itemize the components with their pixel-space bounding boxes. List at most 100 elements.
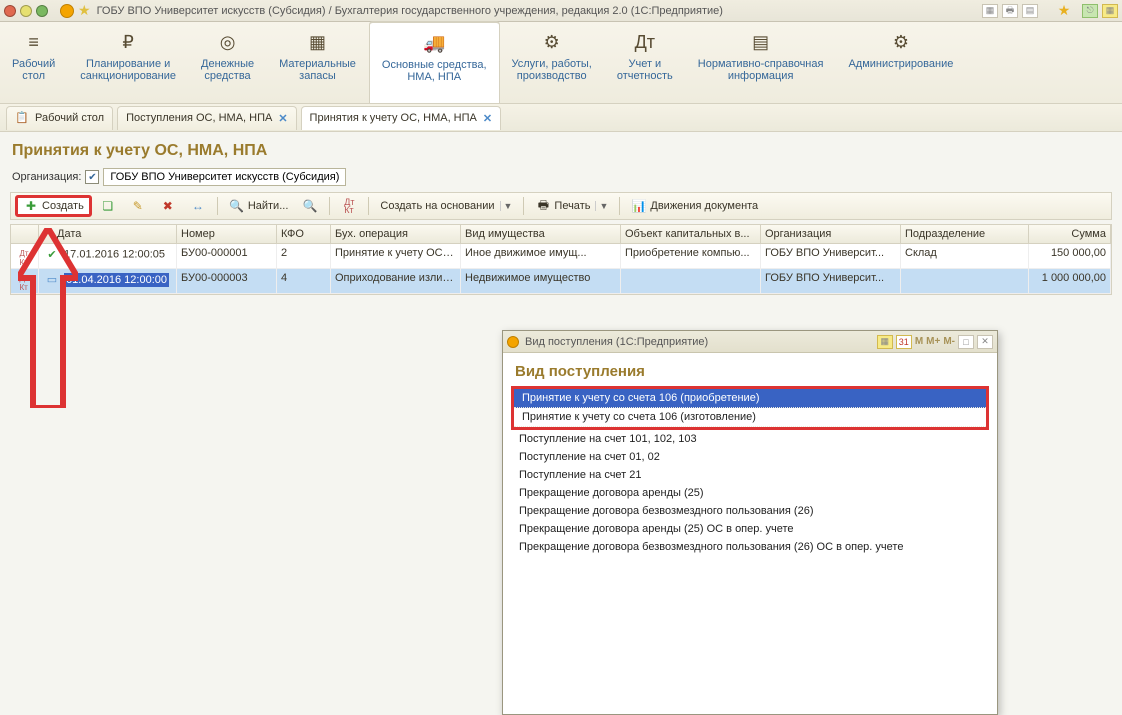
delete-button[interactable]: ✖ xyxy=(154,195,182,217)
cell-org: ГОБУ ВПО Университ... xyxy=(761,269,901,293)
gear-icon: ⚙ xyxy=(848,30,953,54)
main-tab-8[interactable]: ⚙Администрирование xyxy=(836,22,966,103)
receipt-option[interactable]: Поступление на счет 21 xyxy=(511,466,989,484)
organization-field[interactable]: ГОБУ ВПО Университет искусств (Субсидия) xyxy=(103,168,346,186)
dialog-calc-icon[interactable]: ▦ xyxy=(877,335,893,349)
titlebar-icon-1[interactable]: ▦ xyxy=(982,4,998,18)
main-tab-7[interactable]: ▤ Нормативно-справочнаяинформация xyxy=(686,22,837,103)
sliders-icon: ⚙ xyxy=(512,30,592,54)
col-dept[interactable]: Подразделение xyxy=(901,225,1029,243)
col-asset-kind[interactable]: Вид имущества xyxy=(461,225,621,243)
col-cap-obj[interactable]: Объект капитальных в... xyxy=(621,225,761,243)
col-operation[interactable]: Бух. операция xyxy=(331,225,461,243)
menu-icon: ≡ xyxy=(12,30,55,54)
main-tab-6[interactable]: ДтУчет иотчетность xyxy=(605,22,686,103)
dialog-heading: Вид поступления xyxy=(503,353,997,386)
dropdown-icon: ▼ xyxy=(500,201,513,211)
create-button[interactable]: ✚ Создать xyxy=(15,195,92,217)
dialog-maximize-button[interactable]: □ xyxy=(958,335,974,349)
window-maximize-button[interactable] xyxy=(36,5,48,17)
main-tab-label: Рабочийстол xyxy=(12,58,55,82)
receipt-type-dialog: Вид поступления (1С:Предприятие) ▦ 31 M … xyxy=(502,330,998,715)
titlebar-star-icon[interactable]: ★ xyxy=(1056,4,1072,18)
doc-tab-2[interactable]: Принятия к учету ОС, НМА, НПА✕ xyxy=(301,106,502,130)
doc-tab-label: Поступления ОС, НМА, НПА xyxy=(126,112,272,124)
dialog-close-button[interactable]: ✕ xyxy=(977,335,993,349)
window-minimize-button[interactable] xyxy=(20,5,32,17)
mem-mminus[interactable]: M- xyxy=(943,336,955,347)
close-tab-icon[interactable]: ✕ xyxy=(278,112,287,125)
favorite-star-icon[interactable]: ★ xyxy=(78,2,91,19)
main-tab-5[interactable]: ⚙Услуги, работы,производство xyxy=(500,22,605,103)
dtkt-button[interactable]: ДтКт xyxy=(335,195,363,217)
copy-button[interactable]: ❏ xyxy=(94,195,122,217)
row-status-icon: ДтКт xyxy=(11,244,39,268)
cell-sum: 1 000 000,00 xyxy=(1029,269,1111,293)
filter-checkbox[interactable]: ✔ xyxy=(85,170,99,184)
filter-row: Организация: ✔ ГОБУ ВПО Университет иску… xyxy=(0,166,1122,192)
cell-date: ▭ 01.04.2016 12:00:00 xyxy=(39,269,177,293)
receipt-option[interactable]: Прекращение договора аренды (25) xyxy=(511,484,989,502)
doc-tab-0[interactable]: 📋 Рабочий стол xyxy=(6,106,113,130)
table-row[interactable]: ДтКт▭ 01.04.2016 12:00:00БУ00-0000034Опр… xyxy=(11,269,1111,294)
doc-tab-1[interactable]: Поступления ОС, НМА, НПА ✕ xyxy=(117,106,296,130)
dtkt-icon: ДтКт xyxy=(341,198,357,214)
receipt-option[interactable]: Прекращение договора аренды (25) ОС в оп… xyxy=(511,520,989,538)
doc-icon: ▤ xyxy=(698,30,824,54)
titlebar-icon-links[interactable]: ⎋ xyxy=(1082,4,1098,18)
mem-m[interactable]: M xyxy=(915,336,923,347)
mem-mplus[interactable]: M+ xyxy=(926,336,940,347)
main-tab-1[interactable]: ₽Планирование исанкционирование xyxy=(68,22,189,103)
window-close-button[interactable] xyxy=(4,5,16,17)
delete-icon: ✖ xyxy=(160,198,176,214)
grid-header: Дата Номер КФО Бух. операция Вид имущест… xyxy=(11,225,1111,244)
col-sum[interactable]: Сумма xyxy=(1029,225,1111,243)
document-tabs: 📋Рабочий столПоступления ОС, НМА, НПА✕Пр… xyxy=(0,104,1122,132)
receipt-option[interactable]: Поступление на счет 01, 02 xyxy=(511,448,989,466)
titlebar-icon-3[interactable]: ▤ xyxy=(1022,4,1038,18)
main-tab-label: Планирование исанкционирование xyxy=(80,58,176,82)
titlebar-icon-calc[interactable]: ▦ xyxy=(1102,4,1118,18)
chart-icon: 📊 xyxy=(631,198,647,214)
receipt-option[interactable]: Прекращение договора безвозмездного поль… xyxy=(511,502,989,520)
workspace-icon: 📋 xyxy=(15,111,31,125)
main-tab-2[interactable]: ◎Денежныесредства xyxy=(189,22,267,103)
create-based-button[interactable]: Создать на основании▼ xyxy=(374,195,518,217)
receipt-option[interactable]: Принятие к учету со счета 106 (изготовле… xyxy=(514,408,986,427)
copy-icon: ❏ xyxy=(100,198,116,214)
col-date[interactable]: Дата xyxy=(39,225,177,243)
dropdown-icon: ▼ xyxy=(595,201,608,211)
print-button[interactable]: 🖶Печать▼ xyxy=(529,195,614,217)
close-tab-icon[interactable]: ✕ xyxy=(483,112,492,125)
edit-button[interactable]: ✎ xyxy=(124,195,152,217)
receipt-option[interactable]: Поступление на счет 101, 102, 103 xyxy=(511,430,989,448)
grid-icon: ▦ xyxy=(279,30,356,54)
doc-tab-label: Рабочий стол xyxy=(35,112,104,124)
page-title: Принятия к учету ОС, НМА, НПА xyxy=(0,132,1122,166)
col-number[interactable]: Номер xyxy=(177,225,277,243)
main-tab-3[interactable]: ▦Материальныезапасы xyxy=(267,22,369,103)
movements-button[interactable]: 📊Движения документа xyxy=(625,195,764,217)
dialog-cal-icon[interactable]: 31 xyxy=(896,335,912,349)
titlebar-icon-2[interactable]: 🖶 xyxy=(1002,4,1018,18)
receipt-option[interactable]: Прекращение договора безвозмездного поль… xyxy=(511,538,989,556)
cell-date: ✔ 17.01.2016 12:00:05 xyxy=(39,244,177,268)
main-tab-4[interactable]: 🚚Основные средства,НМА, НПА xyxy=(369,21,500,103)
col-org[interactable]: Организация xyxy=(761,225,901,243)
cell-number: БУ00-000003 xyxy=(177,269,277,293)
main-tab-0[interactable]: ≡ Рабочийстол xyxy=(0,22,68,103)
cell-op: Принятие к учету ОС, ... xyxy=(331,244,461,268)
receipt-option[interactable]: Принятие к учету со счета 106 (приобрете… xyxy=(514,389,986,408)
main-section-tabs: ≡ Рабочийстол ₽Планирование исанкционирова… xyxy=(0,22,1122,104)
printer-icon: 🖶 xyxy=(535,198,551,214)
find-button[interactable]: 🔍Найти... xyxy=(223,195,295,217)
cell-vid: Иное движимое имущ... xyxy=(461,244,621,268)
col-kfo[interactable]: КФО xyxy=(277,225,331,243)
refresh-button[interactable]: ↔ xyxy=(184,195,212,217)
table-row[interactable]: ДтКт✔ 17.01.2016 12:00:05БУ00-0000012При… xyxy=(11,244,1111,269)
cell-number: БУ00-000001 xyxy=(177,244,277,268)
find-cancel-button[interactable]: 🔍 xyxy=(296,195,324,217)
main-tab-label: Нормативно-справочнаяинформация xyxy=(698,58,824,82)
main-tab-label: Денежныесредства xyxy=(201,58,254,82)
cell-vid: Недвижимое имущество xyxy=(461,269,621,293)
